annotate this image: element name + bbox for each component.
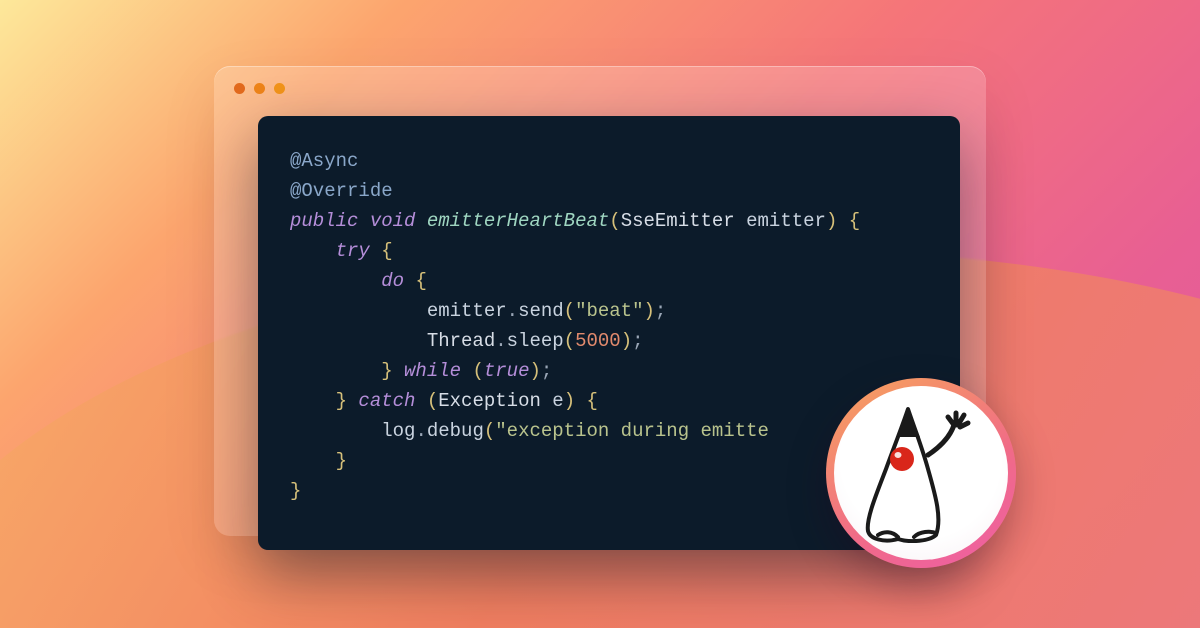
paren: ( — [472, 360, 483, 382]
annotation-override: @Override — [290, 180, 393, 202]
identifier: log — [381, 420, 415, 442]
brace: } — [336, 450, 347, 472]
method-name: emitterHeartBeat — [427, 210, 609, 232]
brace: { — [587, 390, 598, 412]
keyword-public: public — [290, 210, 358, 232]
brace: { — [415, 270, 426, 292]
string-literal: "beat" — [575, 300, 643, 322]
method-call: debug — [427, 420, 484, 442]
java-logo-badge — [826, 378, 1016, 568]
semicolon: ; — [632, 330, 643, 352]
java-logo-badge-inner — [834, 386, 1008, 560]
semicolon: ; — [655, 300, 666, 322]
number-literal: 5000 — [575, 330, 621, 352]
paren: ) — [826, 210, 837, 232]
paren: ) — [644, 300, 655, 322]
annotation-async: @Async — [290, 150, 358, 172]
paren: ) — [564, 390, 575, 412]
paren: ) — [529, 360, 540, 382]
java-duke-icon — [856, 403, 986, 543]
paren: ( — [484, 420, 495, 442]
semicolon: ; — [541, 360, 552, 382]
param-type: SseEmitter — [621, 210, 735, 232]
brace: { — [849, 210, 860, 232]
class-name: Thread — [427, 330, 495, 352]
window-titlebar — [214, 66, 986, 110]
param-name: emitter — [746, 210, 826, 232]
dot: . — [495, 330, 506, 352]
identifier: emitter — [427, 300, 507, 322]
traffic-light-close-icon[interactable] — [234, 83, 245, 94]
paren: ( — [564, 330, 575, 352]
brace: } — [290, 480, 301, 502]
traffic-light-minimize-icon[interactable] — [254, 83, 265, 94]
brace: } — [381, 360, 392, 382]
brace: { — [381, 240, 392, 262]
paren: ( — [609, 210, 620, 232]
string-literal-partial: "exception during emitte — [495, 420, 769, 442]
keyword-void: void — [370, 210, 416, 232]
traffic-light-zoom-icon[interactable] — [274, 83, 285, 94]
keyword-while: while — [404, 360, 461, 382]
method-call: send — [518, 300, 564, 322]
keyword-try: try — [336, 240, 370, 262]
paren: ( — [427, 390, 438, 412]
keyword-do: do — [381, 270, 404, 292]
dot: . — [507, 300, 518, 322]
exception-type: Exception — [438, 390, 541, 412]
brace: } — [336, 390, 347, 412]
dot: . — [415, 420, 426, 442]
paren: ( — [564, 300, 575, 322]
exception-var: e — [552, 390, 563, 412]
method-call: sleep — [507, 330, 564, 352]
paren: ) — [621, 330, 632, 352]
keyword-true: true — [484, 360, 530, 382]
keyword-catch: catch — [358, 390, 415, 412]
